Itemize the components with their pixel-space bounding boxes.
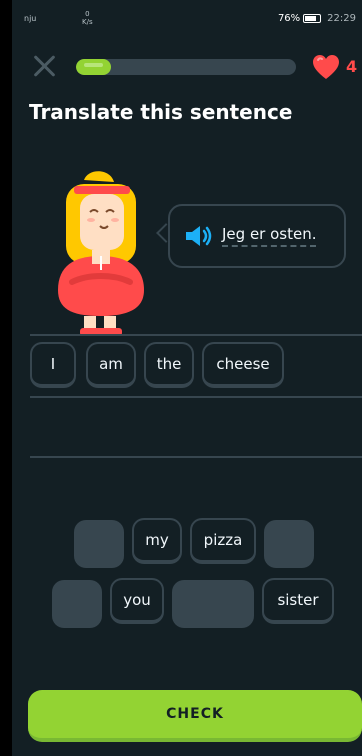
word-bank-empty-slot: [172, 580, 254, 628]
word-bank-chip[interactable]: pizza: [190, 518, 256, 564]
check-button[interactable]: CHECK: [28, 690, 362, 742]
answer-word-chip[interactable]: I: [30, 342, 76, 388]
answer-line-1: [30, 334, 362, 336]
heart-icon: [313, 55, 339, 79]
page-title: Translate this sentence: [29, 100, 293, 124]
battery-icon: [303, 14, 322, 23]
answer-word-chip[interactable]: cheese: [202, 342, 284, 388]
close-icon[interactable]: [32, 54, 56, 78]
network-speed: 0 K/s: [82, 10, 93, 26]
word-bank-chip[interactable]: my: [132, 518, 182, 564]
character-illustration: [58, 171, 144, 336]
status-right: 76% 22:29: [278, 13, 356, 24]
lesson-progress-bar: [76, 59, 296, 75]
answer-line-2: [30, 396, 362, 398]
carrier-label: nju: [24, 14, 37, 23]
word-bank-empty-slot: [74, 520, 124, 568]
answer-word-chip[interactable]: am: [86, 342, 136, 388]
lesson-progress-fill: [76, 59, 112, 75]
lesson-screen: nju 0 K/s 76% 22:29 4 Translate this sen…: [12, 0, 362, 756]
status-bar: nju 0 K/s 76% 22:29: [12, 0, 362, 36]
network-speed-unit: K/s: [82, 18, 93, 26]
speech-bubble: Jeg er osten.: [168, 204, 346, 268]
answer-word-chip[interactable]: the: [144, 342, 194, 388]
speaker-icon[interactable]: [184, 224, 214, 248]
hearts-count: 4: [346, 57, 358, 76]
word-bank-empty-slot: [264, 520, 314, 568]
answer-line-3: [30, 456, 362, 458]
word-bank-empty-slot: [52, 580, 102, 628]
prompt-sentence[interactable]: Jeg er osten.: [222, 225, 317, 247]
network-speed-value: 0: [85, 10, 90, 18]
word-bank-chip[interactable]: sister: [262, 578, 334, 624]
clock: 22:29: [327, 13, 356, 24]
word-bank-chip[interactable]: you: [110, 578, 164, 624]
battery-percent: 76%: [277, 13, 301, 24]
